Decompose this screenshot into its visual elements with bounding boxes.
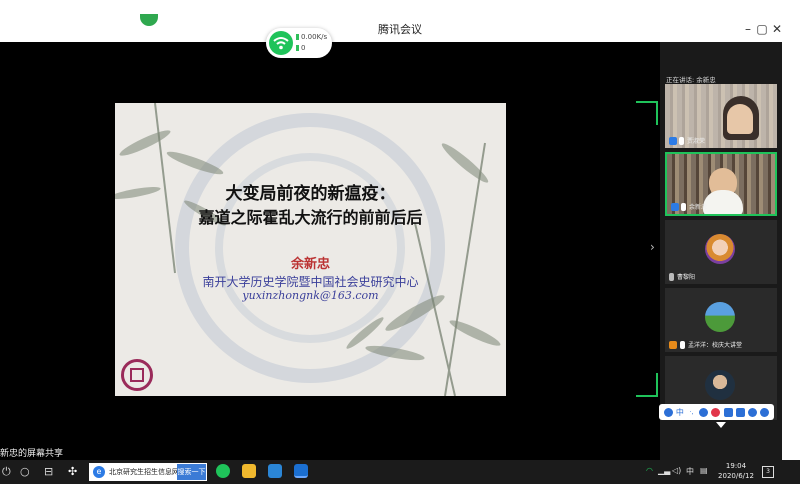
taskbar-search-button[interactable]: 搜索一下 xyxy=(177,464,206,480)
close-button[interactable]: ✕ xyxy=(769,21,785,37)
power-icon[interactable]: ⏻ xyxy=(2,465,11,479)
screen-icon[interactable] xyxy=(735,407,745,417)
participant-sidebar: 正在讲话: 余新忠 贾淑荣 余新忠 曹黎阳 孟洋洋：校庆大讲堂 xyxy=(660,42,782,460)
task-view-icon[interactable]: ⊟ xyxy=(44,465,53,479)
mic-icon xyxy=(680,340,685,349)
wechat-icon[interactable] xyxy=(216,464,230,478)
ie-icon: e xyxy=(93,466,105,478)
mic-icon xyxy=(679,136,684,145)
taskbar-search-box[interactable]: e 北京研究生招生信息网 搜索一下 xyxy=(89,463,207,481)
share-status-bar: 新忠的屏幕共享 xyxy=(0,444,660,460)
clock-time[interactable]: 19:04 xyxy=(716,462,756,470)
avatar xyxy=(705,234,735,264)
slide-author: 余新忠 xyxy=(290,257,330,272)
keyboard-icon[interactable] xyxy=(723,407,733,417)
slide-institution: 南开大学历史学院暨中国社会史研究中心 xyxy=(202,275,419,289)
participant-name: 余新忠 xyxy=(689,204,708,211)
participant-tile[interactable]: 曹黎阳 xyxy=(665,220,777,284)
toolbar-pointer xyxy=(716,422,726,428)
participant-tile[interactable]: 贾淑荣 xyxy=(665,84,777,148)
mic-icon xyxy=(669,272,674,281)
university-seal-icon xyxy=(121,359,153,391)
gear-icon[interactable] xyxy=(760,407,770,417)
notification-center-icon[interactable]: 3 xyxy=(762,466,774,478)
participant-tile[interactable]: 余新忠 xyxy=(665,152,777,216)
mic-icon xyxy=(681,202,686,211)
screen-bottom-margin xyxy=(0,484,800,500)
sidebar-collapse-icon[interactable]: › xyxy=(650,240,655,254)
window-titlebar: 腾讯会议 – ▢ ✕ xyxy=(0,16,800,42)
maximize-button[interactable]: ▢ xyxy=(754,21,770,37)
slide-email: yuxinzhongnk@163.com xyxy=(242,289,379,302)
speaking-indicator: 正在讲话: 余新忠 xyxy=(666,76,716,84)
ime-floating-toolbar[interactable]: 中 ·, xyxy=(659,404,774,420)
keyboard-tray-icon[interactable]: ▤ xyxy=(700,466,708,475)
host-icon xyxy=(669,340,677,349)
cortana-icon[interactable]: ○ xyxy=(20,465,30,479)
slide-title-line2: 嘉道之际霍乱大流行的前前后后 xyxy=(198,208,423,227)
screen-share-label: 新忠的屏幕共享 xyxy=(0,449,64,459)
punctuation-icon[interactable]: ·, xyxy=(687,407,697,417)
participant-name: 孟洋洋：校庆大讲堂 xyxy=(688,342,743,349)
smile-icon[interactable] xyxy=(699,407,709,417)
wifi-tray-icon[interactable]: ◠ xyxy=(646,466,653,475)
file-explorer-icon[interactable] xyxy=(242,464,256,478)
shared-screen-stage: 大变局前夜的新瘟疫： 嘉道之际霍乱大流行的前前后后 余新忠 南开大学历史学院暨中… xyxy=(0,42,660,460)
participant-name: 曹黎阳 xyxy=(677,274,696,281)
network-tray-icon[interactable]: ▁▃ xyxy=(658,466,670,475)
slide-title-line1: 大变局前夜的新瘟疫： xyxy=(225,184,396,204)
avatar xyxy=(705,370,735,400)
ime-tray-label[interactable]: 中 xyxy=(686,466,694,477)
ime-mode-label[interactable]: 中 xyxy=(676,407,684,418)
window-title: 腾讯会议 xyxy=(378,23,422,36)
wifi-icon xyxy=(269,31,293,55)
network-count: 0 xyxy=(296,44,305,52)
shirt-icon[interactable] xyxy=(748,407,758,417)
volume-icon[interactable]: ◁) xyxy=(672,466,681,475)
participant-name: 贾淑荣 xyxy=(687,138,706,145)
share-frame-corner-bottom xyxy=(636,373,658,397)
network-status-pill[interactable]: 0.00K/s 0 xyxy=(266,28,332,58)
user-icon xyxy=(669,136,677,145)
store-icon[interactable] xyxy=(268,464,282,478)
bamboo-illustration xyxy=(115,103,501,396)
app-pinwheel-icon[interactable]: ✣ xyxy=(68,465,77,479)
user-icon[interactable] xyxy=(663,407,673,417)
tencent-meeting-icon[interactable] xyxy=(294,464,308,478)
share-frame-corner-top xyxy=(636,101,658,125)
user-icon xyxy=(671,202,679,211)
taskbar-search-text[interactable]: 北京研究生招生信息网 xyxy=(109,467,179,477)
network-speed: 0.00K/s xyxy=(296,33,327,41)
windows-taskbar: ⏻ ○ ⊟ ✣ e 北京研究生招生信息网 搜索一下 ◠ ▁▃ ◁) 中 ▤ 19… xyxy=(0,460,800,484)
participant-tile[interactable]: 孟洋洋：校庆大讲堂 xyxy=(665,288,777,352)
clock-date[interactable]: 2020/6/12 xyxy=(716,472,756,480)
avatar xyxy=(705,302,735,332)
voice-icon[interactable] xyxy=(711,407,721,417)
presentation-slide: 大变局前夜的新瘟疫： 嘉道之际霍乱大流行的前前后后 余新忠 南开大学历史学院暨中… xyxy=(115,103,506,396)
